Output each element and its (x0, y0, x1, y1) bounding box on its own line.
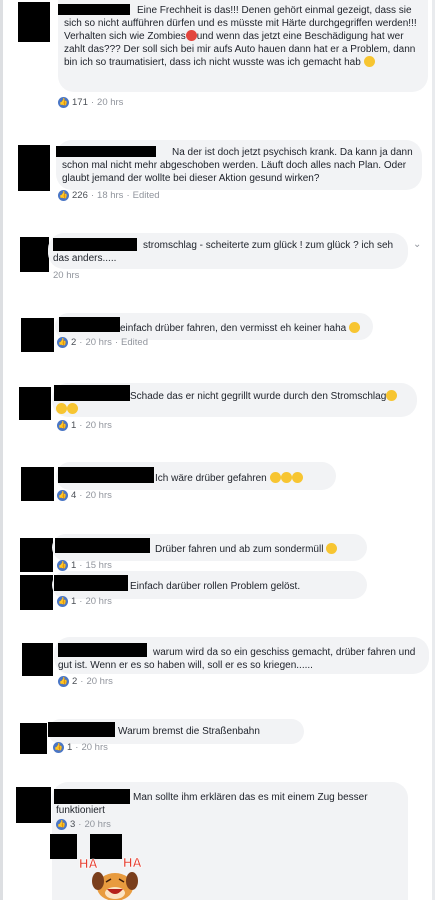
timestamp[interactable]: 20 hrs (53, 270, 79, 281)
comment-bubble: Na der ist doch jetzt psychisch krank. D… (56, 140, 422, 190)
laughing-emoji-icon (67, 403, 78, 414)
comment-bubble: Drüber fahren und ab zum sondermüll (52, 534, 367, 561)
dog-ear-right (126, 872, 138, 890)
avatar[interactable] (20, 575, 53, 610)
avatar[interactable] (20, 538, 53, 572)
like-count[interactable]: 2 (71, 337, 76, 348)
like-icon: 👍 (56, 819, 67, 830)
avatar[interactable] (18, 2, 50, 42)
timestamp[interactable]: 20 hrs (85, 337, 111, 348)
chevron-down-icon[interactable]: ⌄ (413, 239, 421, 250)
avatar[interactable] (21, 318, 54, 352)
like-icon: 👍 (57, 337, 68, 348)
like-icon: 👍 (57, 490, 68, 501)
like-icon: 👍 (58, 190, 69, 201)
avatar[interactable] (20, 723, 47, 754)
like-count[interactable]: 1 (67, 742, 72, 753)
timestamp[interactable]: 20 hrs (86, 676, 112, 687)
like-icon: 👍 (58, 97, 69, 108)
dog-ear-left (92, 872, 104, 890)
comment-meta: 👍 1 · 20 hrs (57, 596, 112, 607)
like-count[interactable]: 1 (71, 596, 76, 607)
angry-face-emoji-icon (185, 30, 197, 41)
comment-meta: 👍 2 · 20 hrs · Edited (57, 337, 148, 348)
comment-meta: 👍 1 · 20 hrs (57, 420, 112, 431)
comment-meta: 👍 226 · 18 hrs · Edited (58, 190, 160, 201)
like-count[interactable]: 1 (71, 560, 76, 571)
redacted-name[interactable] (59, 317, 120, 332)
left-border (0, 0, 3, 900)
edited-label[interactable]: Edited (133, 190, 160, 201)
like-icon: 👍 (57, 560, 68, 571)
timestamp[interactable]: 15 hrs (85, 560, 111, 571)
smiling-emoji-icon (291, 472, 303, 483)
like-count[interactable]: 1 (71, 420, 76, 431)
smiling-emoji-icon (280, 472, 292, 483)
comment-text: stromschlag - scheiterte zum glück ! zum… (53, 240, 394, 264)
avatar[interactable] (21, 467, 54, 501)
comment-text: Warum bremst die Straßenbahn (118, 726, 260, 737)
comment-meta: 👍 4 · 20 hrs (57, 490, 112, 501)
laughing-emoji-icon (326, 543, 338, 554)
like-icon: 👍 (57, 420, 68, 431)
comment-bubble: warum wird da so ein geschiss gemacht, d… (54, 637, 429, 674)
redacted-name[interactable] (54, 575, 128, 591)
comment-meta: 👍 1 · 20 hrs (53, 742, 108, 753)
avatar[interactable] (18, 145, 50, 191)
comment-text: einfach drüber fahren, den vermisst eh k… (120, 323, 347, 334)
comment-text: Drüber fahren und ab zum sondermüll (155, 544, 324, 555)
avatar[interactable] (22, 643, 53, 676)
like-count[interactable]: 226 (72, 190, 88, 201)
like-count[interactable]: 171 (72, 97, 88, 108)
comment-meta: 👍 171 · 20 hrs (58, 97, 124, 108)
timestamp[interactable]: 20 hrs (97, 97, 123, 108)
timestamp[interactable]: 18 hrs (97, 190, 123, 201)
comment-text: Ich wäre drüber gefahren (155, 473, 267, 484)
comment-meta: 👍 1 · 15 hrs (57, 560, 112, 571)
comment-bubble: Ich wäre drüber gefahren (56, 462, 336, 490)
comment-text: Schade das er nicht gegrillt wurde durch… (130, 391, 387, 402)
grimacing-face-emoji-icon (349, 322, 361, 333)
comment-meta: 👍 3 · 20 hrs (56, 819, 111, 830)
comment-text: Man sollte ihm erklären das es mit einem… (56, 792, 368, 816)
avatar[interactable] (50, 834, 77, 859)
like-count[interactable]: 4 (71, 490, 76, 501)
timestamp[interactable]: 20 hrs (85, 490, 111, 501)
like-count[interactable]: 2 (72, 676, 77, 687)
edited-label[interactable]: Edited (121, 337, 148, 348)
like-icon: 👍 (57, 596, 68, 607)
grinning-face-emoji-icon (363, 56, 375, 67)
timestamp[interactable]: 20 hrs (85, 596, 111, 607)
comment-meta: 20 hrs (53, 270, 79, 281)
redacted-name[interactable] (55, 538, 150, 553)
laughing-emoji-icon (386, 390, 398, 401)
comment-text: warum wird da so ein geschiss gemacht, d… (58, 647, 416, 671)
timestamp[interactable]: 20 hrs (84, 819, 110, 830)
laughing-dog-sticker[interactable]: HA HA (75, 853, 157, 900)
comment-bubble: stromschlag - scheiterte zum glück ! zum… (48, 233, 408, 269)
like-icon: 👍 (53, 742, 64, 753)
avatar[interactable] (20, 237, 49, 272)
comment-bubble: Warum bremst die Straßenbahn (48, 719, 304, 744)
comment-bubble: Einfach darüber rollen Problem gelöst. (52, 571, 367, 599)
avatar[interactable] (19, 387, 51, 420)
like-icon: 👍 (58, 676, 69, 687)
timestamp[interactable]: 20 hrs (81, 742, 107, 753)
sticker-label-left: HA (79, 856, 98, 871)
timestamp[interactable]: 20 hrs (85, 420, 111, 431)
redacted-name[interactable] (58, 467, 154, 483)
comment-bubble: Schade das er nicht gegrillt wurde durch… (52, 383, 417, 417)
comment-bubble: Eine Frechheit is das!!! Denen gehört ei… (58, 0, 428, 92)
comment-meta: 👍 2 · 20 hrs (58, 676, 113, 687)
avatar[interactable] (16, 787, 51, 823)
like-count[interactable]: 3 (70, 819, 75, 830)
sticker-label-right: HA (123, 855, 142, 870)
laughing-emoji-icon (56, 403, 67, 414)
comment-text: Einfach darüber rollen Problem gelöst. (130, 581, 301, 592)
redacted-name[interactable] (48, 722, 115, 737)
smiling-emoji-icon (269, 472, 281, 483)
redacted-name[interactable] (54, 385, 130, 401)
comment-bubble: einfach drüber fahren, den vermisst eh k… (55, 313, 373, 340)
comment-text: Na der ist doch jetzt psychisch krank. D… (62, 147, 413, 184)
